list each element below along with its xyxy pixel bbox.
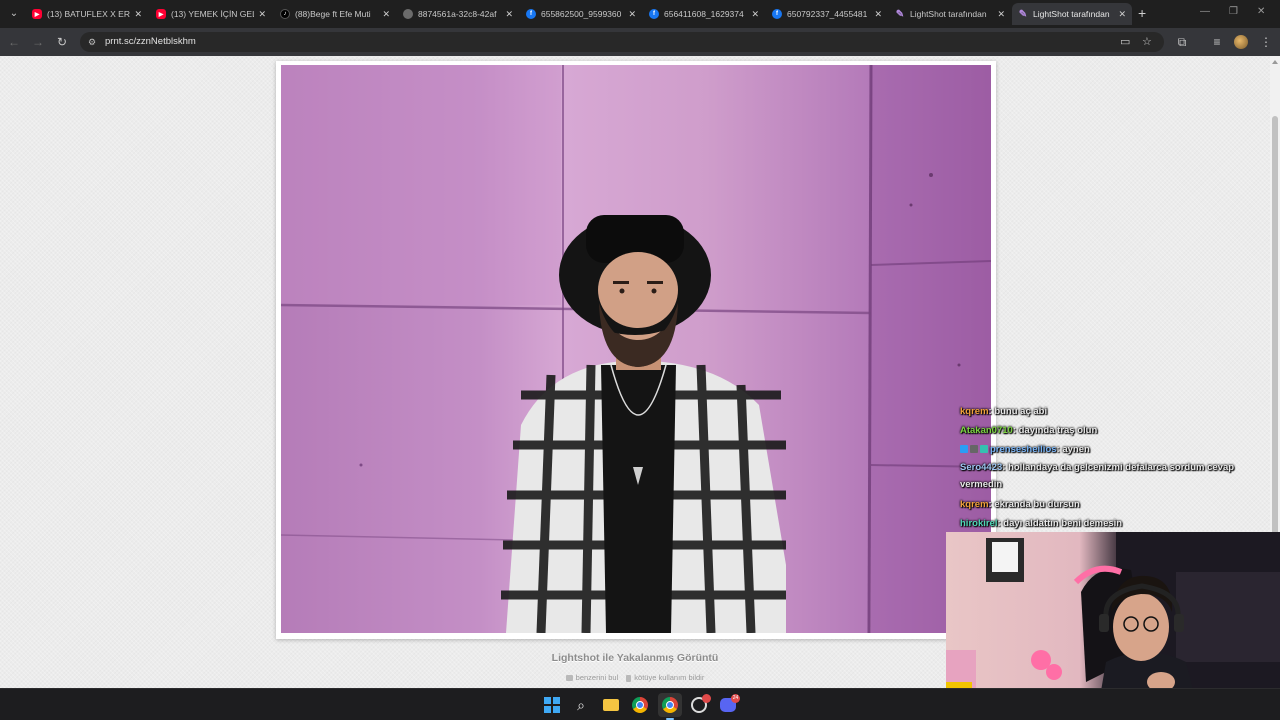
image-icon <box>565 675 573 682</box>
tab-title: 650792337_4455481 <box>787 9 868 19</box>
windows-taskbar: ⌕ 24 <box>0 688 1280 720</box>
tab-title: LightShot tarafından <box>1033 9 1110 19</box>
chat-text: : hollandaya da gelcenizmi defalarca sor… <box>960 462 1235 490</box>
chat-username: kqrem <box>960 406 989 417</box>
new-tab-button[interactable]: + <box>1138 5 1146 21</box>
close-icon[interactable]: ✕ <box>382 9 390 20</box>
photo-illustration <box>281 65 991 633</box>
chat-message: Atakan0710: dayında traş olun <box>960 421 1260 440</box>
close-icon[interactable]: ✕ <box>1118 9 1126 20</box>
tab-9-active[interactable]: ✎ LightShot tarafından ✕ <box>1012 3 1132 25</box>
menu-kebab-icon[interactable]: ⋮ <box>1258 34 1274 50</box>
close-icon[interactable]: ✕ <box>134 9 142 20</box>
tab-5[interactable]: f 655862500_9599360 ✕ <box>520 3 642 25</box>
chat-message: kqrem: bunu aç abi <box>960 402 1260 421</box>
obs-badge <box>702 694 711 703</box>
tab-1[interactable]: ▶ (13) BATUFLEX X ERA ✕ <box>26 3 148 25</box>
close-icon[interactable]: ✕ <box>997 9 1005 20</box>
forward-icon[interactable]: → <box>30 34 46 50</box>
chat-username: hirokirel <box>960 518 998 529</box>
youtube-icon: ▶ <box>32 9 42 19</box>
chat-text: : dayında traş olun <box>1012 425 1098 436</box>
chat-text: : dayı aldattın beni demesin <box>997 518 1123 529</box>
tab-6[interactable]: f 656411608_1629374 ✕ <box>643 3 765 25</box>
site-info-icon[interactable]: ⚙ <box>86 36 98 48</box>
close-window-icon[interactable]: ✕ <box>1257 6 1265 17</box>
tab-title: LightShot tarafından <box>910 9 987 19</box>
screenshot-frame <box>276 61 996 639</box>
chat-username: Sero4423 <box>960 462 1003 473</box>
media-controls-icon[interactable]: ≡ <box>1209 34 1225 50</box>
chat-text: : bunu aç abi <box>988 406 1048 417</box>
report-abuse-label: kötüye kullanım bildir <box>634 673 705 682</box>
chat-badge-icon <box>970 445 978 453</box>
youtube-icon: ▶ <box>156 9 166 19</box>
scroll-up-arrow-icon[interactable] <box>1272 60 1278 64</box>
find-similar-label: benzerini bul <box>575 673 619 682</box>
chat-text: : aynen <box>1056 444 1090 455</box>
chat-badge-icon <box>980 445 988 453</box>
chrome-icon[interactable] <box>632 697 648 713</box>
minimize-icon[interactable]: — <box>1200 6 1210 17</box>
stream-chat-overlay: kqrem: bunu aç abi Atakan0710: dayında t… <box>960 402 1260 533</box>
bookmark-star-icon[interactable]: ☆ <box>1142 35 1152 48</box>
trash-icon <box>626 674 632 682</box>
chat-username: prensesheilios <box>990 444 1057 455</box>
chat-message: prensesheilios: aynen <box>960 440 1260 459</box>
close-icon[interactable]: ✕ <box>751 9 759 20</box>
profile-avatar[interactable] <box>1234 35 1248 49</box>
screenshot-image[interactable] <box>281 65 991 633</box>
discord-badge: 24 <box>731 694 740 703</box>
tab-title: 655862500_9599360 <box>541 9 622 19</box>
tab-title: 656411608_1629374 <box>664 9 744 19</box>
tab-title: 8874561a-32c8-42af <box>418 9 497 19</box>
tab-8[interactable]: ✎ LightShot tarafından ✕ <box>889 3 1011 25</box>
extensions-icon[interactable]: ⧉ <box>1174 34 1190 50</box>
close-icon[interactable]: ✕ <box>258 9 266 20</box>
find-similar-link[interactable]: benzerini bul <box>565 673 619 682</box>
tab-title: (13) BATUFLEX X ERA <box>47 9 131 19</box>
tab-7[interactable]: f 650792337_4455481 ✕ <box>766 3 888 25</box>
facebook-icon: f <box>772 9 782 19</box>
chat-username: Atakan0710 <box>960 425 1013 436</box>
close-icon[interactable]: ✕ <box>874 9 882 20</box>
windows-start-icon[interactable] <box>544 697 560 713</box>
close-icon[interactable]: ✕ <box>628 9 636 20</box>
chat-username: kqrem <box>960 499 989 510</box>
chat-message: Sero4423: hollandaya da gelcenizmi defal… <box>960 459 1260 493</box>
chat-badge-icon <box>960 445 968 453</box>
address-bar[interactable]: ⚙ prnt.sc/zznNetblskhm ▭ ☆ <box>80 32 1164 52</box>
tab-2[interactable]: ▶ (13) YEMEK İÇİN GELİ ✕ <box>150 3 272 25</box>
back-icon[interactable]: ← <box>6 34 22 50</box>
report-abuse-link[interactable]: kötüye kullanım bildir <box>626 673 704 682</box>
scroll-thumb[interactable] <box>1272 116 1278 586</box>
tab-title: (13) YEMEK İÇİN GELİ <box>171 9 255 19</box>
tab-strip: ⌄ ▶ (13) BATUFLEX X ERA ✕ ▶ (13) YEMEK İ… <box>0 0 1280 28</box>
reload-icon[interactable]: ↻ <box>54 34 70 50</box>
chat-message: kqrem: ekranda bu dursun <box>960 495 1260 514</box>
tab-3[interactable]: ♪ (88)Bege ft Efe Muti ✕ <box>274 3 396 25</box>
chat-text: : ekranda bu dursun <box>988 499 1080 510</box>
file-explorer-icon[interactable] <box>603 697 619 713</box>
tab-search-button[interactable]: ⌄ <box>6 6 22 22</box>
tab-title: (88)Bege ft Efe Muti <box>295 9 371 19</box>
lightshot-icon: ✎ <box>895 8 905 20</box>
chat-message: hirokirel: dayı aldattın beni demesin <box>960 514 1260 533</box>
tab-4[interactable]: 8874561a-32c8-42af ✕ <box>397 3 519 25</box>
tiktok-icon: ♪ <box>280 9 290 19</box>
address-url: prnt.sc/zznNetblskhm <box>105 36 196 47</box>
browser-toolbar: ← → ↻ ⚙ prnt.sc/zznNetblskhm ▭ ☆ ⧉ ≡ ⋮ <box>0 28 1280 56</box>
chrome-active-icon[interactable] <box>658 693 682 717</box>
install-app-icon[interactable]: ▭ <box>1120 35 1130 48</box>
globe-icon <box>403 9 413 19</box>
facebook-icon: f <box>649 9 659 19</box>
close-icon[interactable]: ✕ <box>505 9 513 20</box>
search-icon[interactable]: ⌕ <box>573 697 589 713</box>
facebook-icon: f <box>526 9 536 19</box>
maximize-icon[interactable]: ❐ <box>1229 6 1238 17</box>
lightshot-icon: ✎ <box>1018 8 1028 20</box>
